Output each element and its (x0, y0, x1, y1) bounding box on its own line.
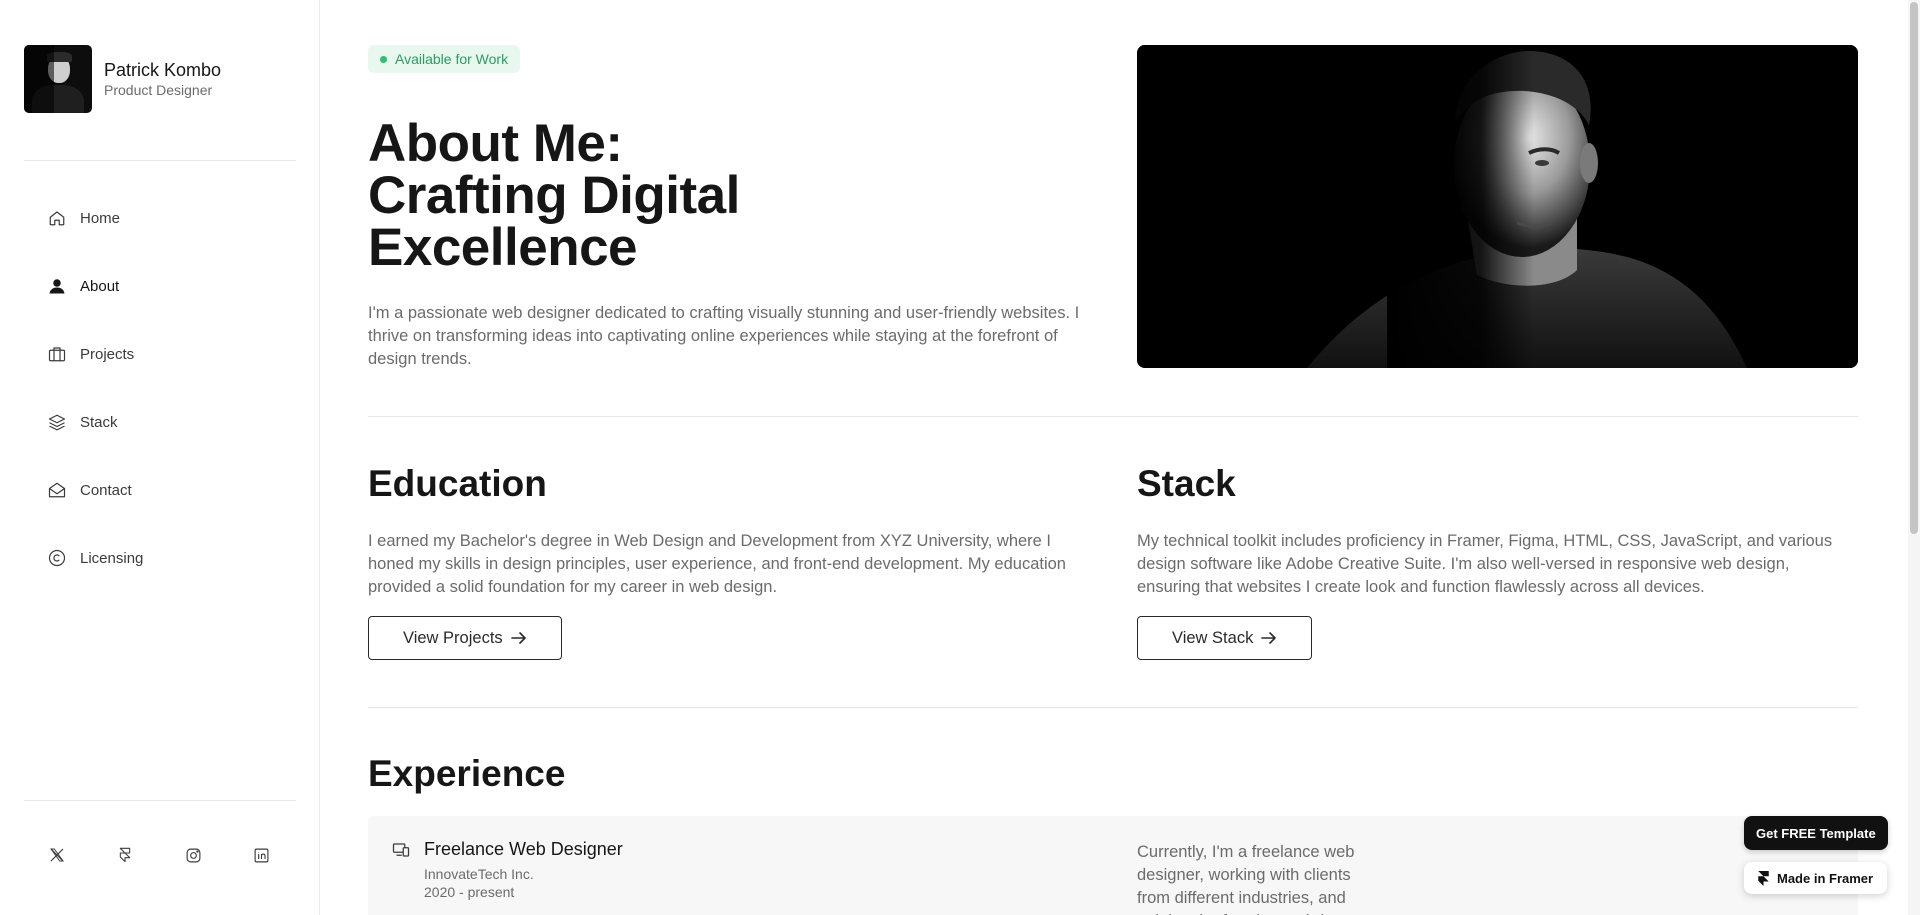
view-stack-button[interactable]: View Stack (1137, 616, 1313, 660)
view-projects-button[interactable]: View Projects (368, 616, 562, 660)
framer-icon[interactable] (116, 846, 134, 864)
scrollbar-thumb[interactable] (1910, 2, 1918, 534)
title-line: Excellence (368, 218, 638, 277)
title-line: Crafting Digital (368, 166, 740, 225)
education-section: Education I earned my Bachelor's degree … (368, 462, 1088, 660)
stack-heading: Stack (1137, 463, 1236, 504)
sidebar-nav: Home About Projects Stack Contact Licens… (48, 206, 143, 614)
portrait-photo (1137, 45, 1858, 368)
user-icon (48, 277, 66, 295)
copyright-icon (48, 549, 66, 567)
instagram-icon[interactable] (184, 846, 202, 864)
nav-item-stack[interactable]: Stack (48, 410, 143, 434)
nav-item-label: About (80, 277, 120, 295)
experience-description: Currently, I'm a freelance web designer,… (1137, 843, 1355, 915)
education-heading: Education (368, 463, 547, 504)
nav-item-label: Licensing (80, 549, 144, 567)
page-title: About Me: Crafting Digital Excellence (368, 114, 968, 277)
experience-card: Freelance Web Designer InnovateTech Inc.… (368, 816, 1858, 915)
get-template-button[interactable]: Get FREE Template (1744, 816, 1888, 850)
profile-name: Patrick Kombo (104, 60, 222, 80)
section-divider (368, 707, 1858, 708)
sidebar: Patrick Kombo Product Designer Home Abou… (0, 0, 320, 915)
nav-item-home[interactable]: Home (48, 206, 143, 230)
stack-text: My technical toolkit includes proficienc… (1137, 532, 1833, 596)
button-label: View Projects (403, 628, 503, 647)
nav-item-label: Projects (80, 345, 135, 363)
scrollbar[interactable] (1908, 0, 1920, 915)
x-icon[interactable] (48, 846, 66, 864)
social-links (48, 846, 320, 864)
button-label: Get FREE Template (1756, 825, 1876, 841)
section-divider (368, 416, 1858, 417)
nav-item-label: Stack (80, 413, 118, 431)
arrow-right-icon (1261, 631, 1277, 645)
avatar (24, 45, 92, 113)
profile-card[interactable]: Patrick Kombo Product Designer (24, 45, 221, 113)
layers-icon (48, 413, 66, 431)
title-line: About Me: (368, 114, 623, 173)
nav-item-projects[interactable]: Projects (48, 342, 143, 366)
nav-item-label: Contact (80, 481, 132, 499)
experience-role: Freelance Web Designer (424, 839, 623, 859)
hero-description: I'm a passionate web designer dedicated … (368, 304, 1080, 368)
stack-section: Stack My technical toolkit includes prof… (1137, 462, 1857, 660)
sidebar-divider (24, 800, 296, 801)
badge-label: Available for Work (395, 51, 509, 67)
nav-item-contact[interactable]: Contact (48, 478, 143, 502)
button-label: Made in Framer (1777, 870, 1874, 886)
experience-dates: 2020 - present (424, 884, 515, 900)
linkedin-icon[interactable] (252, 846, 270, 864)
sidebar-divider (24, 160, 296, 161)
devices-icon (392, 842, 410, 858)
nav-item-licensing[interactable]: Licensing (48, 546, 143, 570)
experience-company: InnovateTech Inc. (424, 866, 534, 882)
nav-item-about[interactable]: About (48, 274, 143, 298)
main-content: Available for Work About Me: Crafting Di… (368, 0, 1858, 915)
nav-item-label: Home (80, 209, 121, 227)
briefcase-icon (48, 345, 66, 363)
made-in-framer-button[interactable]: Made in Framer (1744, 862, 1888, 894)
status-dot (380, 55, 387, 63)
education-text: I earned my Bachelor's degree in Web Des… (368, 532, 1066, 596)
arrow-right-icon (510, 631, 527, 645)
mail-icon (48, 481, 66, 499)
framer-logo-icon (1758, 870, 1769, 886)
home-icon (48, 209, 66, 227)
button-label: View Stack (1172, 628, 1254, 647)
availability-badge: Available for Work (368, 45, 521, 73)
experience-heading: Experience (368, 753, 566, 794)
profile-role: Product Designer (104, 82, 213, 98)
